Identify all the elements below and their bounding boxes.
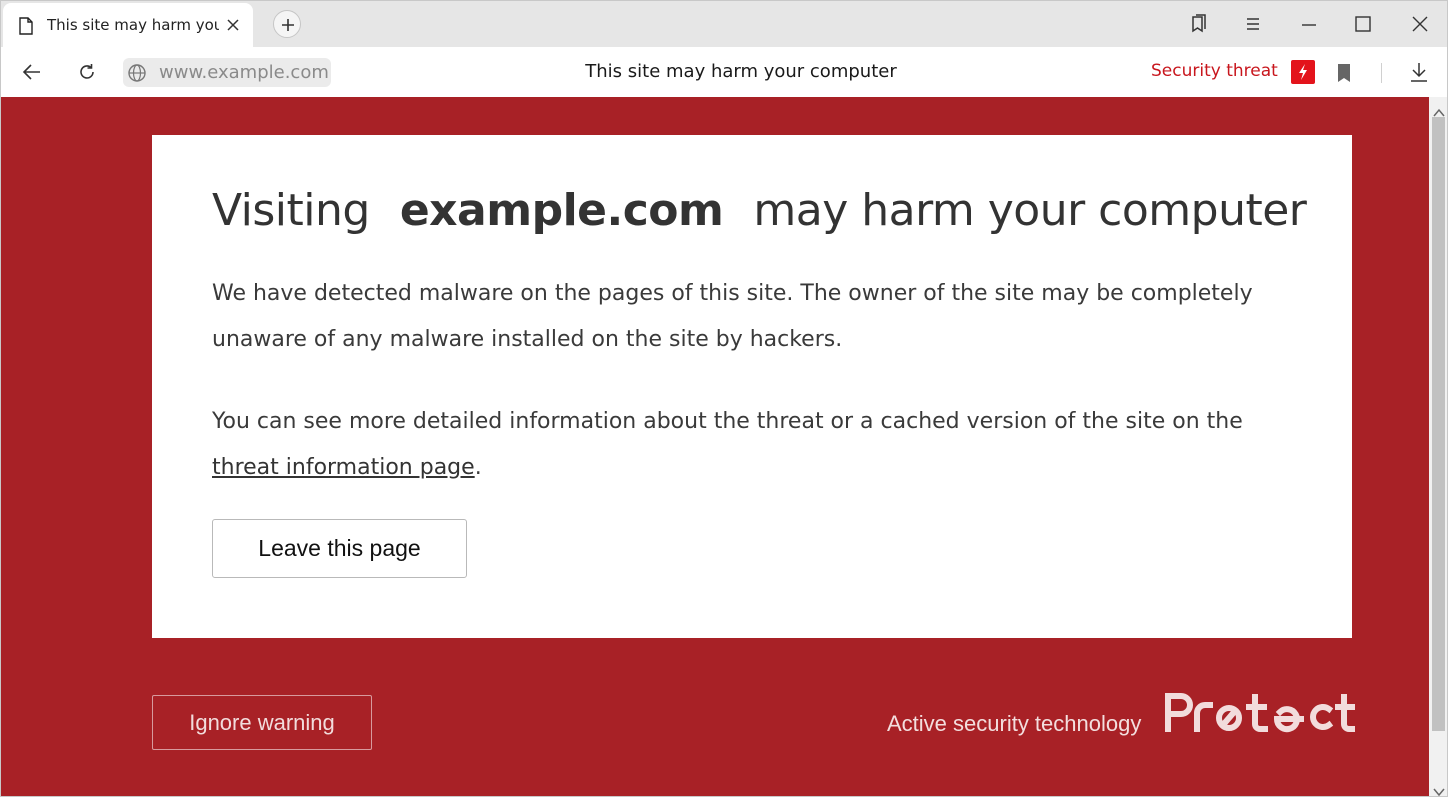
warning-page: Visiting example.com may harm your compute… — [1, 97, 1429, 796]
page-title: This site may harm your computer — [585, 61, 897, 82]
scroll-down-arrow-icon[interactable] — [1433, 782, 1445, 796]
vertical-scrollbar[interactable] — [1429, 97, 1447, 796]
ignore-warning-button[interactable]: Ignore warning — [152, 695, 372, 750]
url-text: www.example.com — [159, 62, 329, 83]
active-security-label: Active security technology — [887, 711, 1142, 736]
collections-icon[interactable] — [1187, 13, 1209, 35]
threat-info-period: . — [474, 455, 482, 480]
heading-domain: example.com — [399, 185, 724, 236]
download-icon[interactable] — [1408, 61, 1430, 83]
browser-window: This site may harm your computer — [0, 0, 1448, 797]
tab-title: This site may harm your computer — [47, 16, 219, 34]
heading-prefix: Visiting — [212, 185, 370, 236]
tab-active[interactable]: This site may harm your computer — [3, 3, 253, 47]
toolbar-divider — [1381, 63, 1382, 83]
security-threat-label[interactable]: Security threat — [1151, 61, 1278, 81]
leave-page-button[interactable]: Leave this page — [212, 519, 467, 578]
threat-lightning-icon[interactable] — [1291, 60, 1315, 84]
tab-strip: This site may harm your computer — [1, 1, 1447, 47]
malware-description: We have detected malware on the pages of… — [212, 281, 1253, 352]
scrollbar-thumb[interactable] — [1432, 117, 1445, 731]
warning-heading: Visiting example.com may harm your compute… — [212, 185, 1307, 236]
document-icon — [19, 17, 33, 35]
maximize-icon[interactable] — [1352, 13, 1374, 35]
threat-info-text: You can see more detailed information ab… — [212, 409, 1243, 434]
new-tab-button[interactable] — [273, 10, 301, 38]
reload-icon[interactable] — [76, 61, 98, 83]
threat-info-paragraph: You can see more detailed information ab… — [212, 399, 1292, 491]
back-arrow-icon[interactable] — [21, 61, 43, 83]
protect-logo — [1163, 689, 1356, 735]
bookmark-icon[interactable] — [1336, 63, 1352, 83]
scroll-up-arrow-icon[interactable] — [1433, 103, 1445, 117]
heading-suffix: may harm your computer — [753, 185, 1307, 236]
threat-information-link[interactable]: threat information page — [212, 455, 475, 480]
menu-icon[interactable] — [1242, 13, 1264, 35]
warning-card: Visiting example.com may harm your compute… — [152, 135, 1352, 638]
globe-icon — [127, 63, 147, 83]
close-tab-icon[interactable] — [225, 17, 241, 33]
close-window-icon[interactable] — [1409, 13, 1431, 35]
address-bar: www.example.com This site may harm your … — [1, 47, 1447, 97]
url-field[interactable]: www.example.com — [123, 58, 331, 87]
minimize-icon[interactable] — [1298, 13, 1320, 35]
